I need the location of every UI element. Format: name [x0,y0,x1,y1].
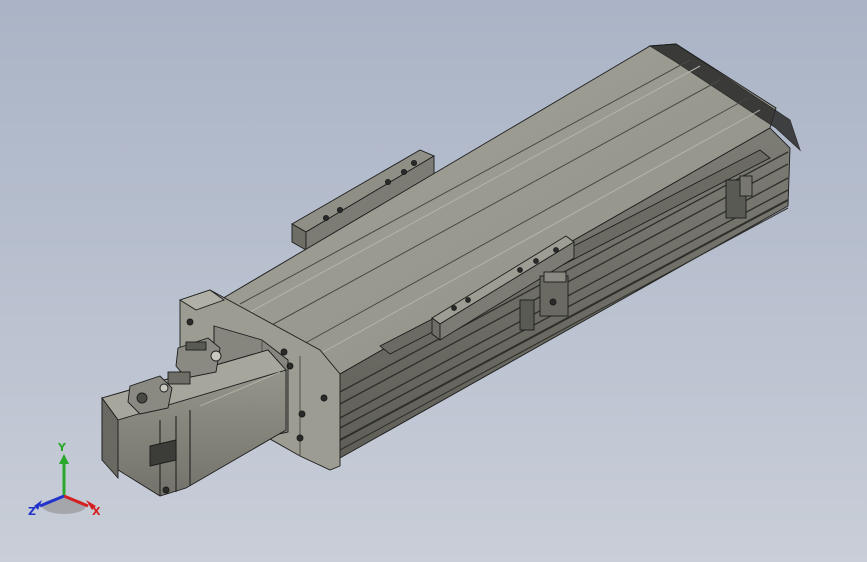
mount-hole [322,214,330,222]
y-axis-label: Y [58,441,66,454]
limit-sensor[interactable] [519,299,535,331]
plate-hole [280,348,288,356]
cad-graphics-viewport[interactable]: Y X Z [0,0,867,562]
z-axis-label: Z [28,505,36,518]
linear-actuator-model[interactable] [0,0,867,562]
plate-hole [186,318,194,326]
mount-hole [384,178,392,186]
carriage-hole [451,305,457,311]
mount-hole [410,159,418,167]
carriage-hole [517,267,523,273]
mount-hole [400,168,408,176]
carriage-hole [533,258,539,264]
carriage-hole [553,247,559,253]
plate-hole [320,394,328,402]
x-axis-label: X [92,505,101,518]
encoder-connector[interactable] [127,375,173,415]
carriage-hole [465,297,471,303]
plate-hole [298,410,306,418]
view-orientation-triad[interactable]: Y X Z [26,442,106,524]
plate-hole [296,434,304,442]
mount-hole [336,206,344,214]
